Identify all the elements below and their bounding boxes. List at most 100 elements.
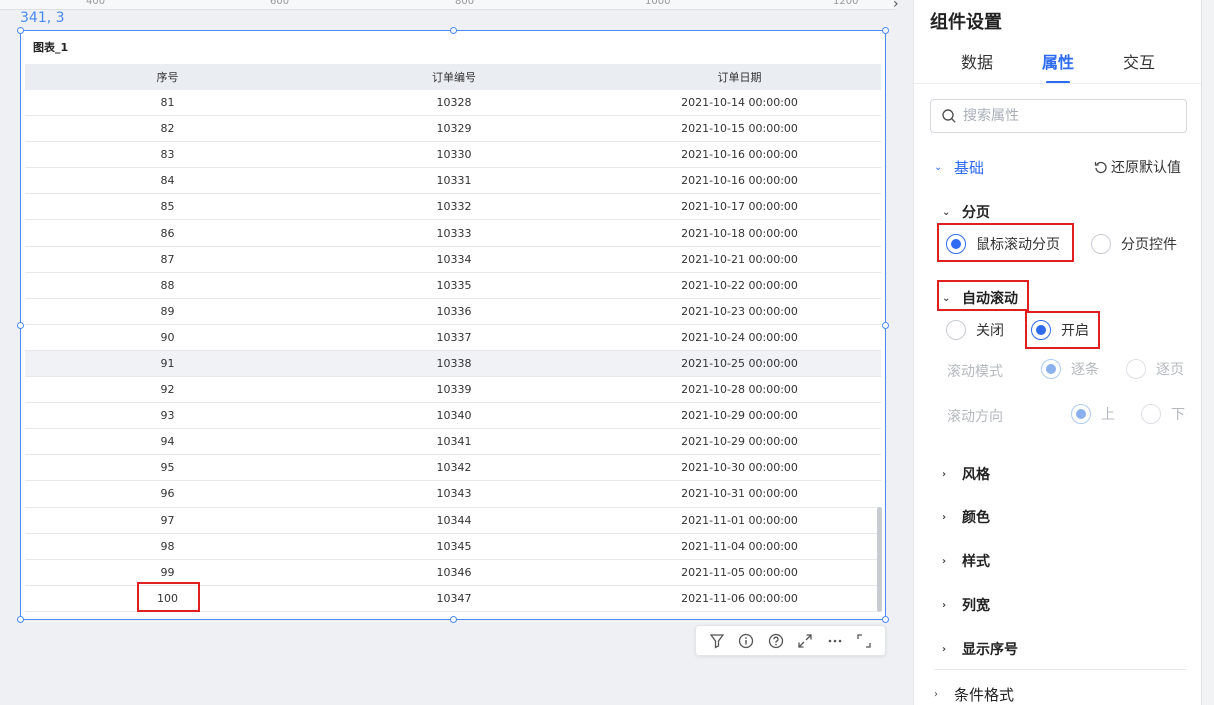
table-cell: 96 — [160, 487, 175, 501]
resize-handle[interactable] — [882, 616, 889, 623]
ruler-arrow-icon[interactable]: › — [893, 0, 899, 12]
column-header[interactable]: 订单编号 — [310, 69, 598, 85]
table-row[interactable]: 89 10336 2021-10-23 00:00:00 — [25, 298, 881, 325]
radio-dot — [946, 234, 966, 254]
table-cell: 2021-10-16 00:00:00 — [681, 174, 798, 188]
help-icon[interactable] — [765, 630, 787, 652]
table-cell: 10335 — [436, 278, 472, 292]
section-style[interactable]: › 风格 — [942, 464, 990, 484]
column-header[interactable]: 序号 — [25, 69, 310, 85]
resize-handle[interactable] — [17, 616, 24, 623]
table-cell: 2021-10-24 00:00:00 — [681, 330, 798, 344]
section-basic-header[interactable]: ⌄ 基础 — [934, 157, 984, 178]
radio-direction-up[interactable]: 上 — [1071, 404, 1115, 424]
table-row[interactable]: 97 10344 2021-11-01 00:00:00 — [25, 507, 881, 534]
table-cell: 10342 — [436, 461, 472, 475]
reset-default-button[interactable]: 还原默认值 — [1094, 157, 1181, 177]
radio-label: 关闭 — [976, 323, 1004, 339]
resize-handle[interactable] — [450, 27, 457, 34]
filter-icon[interactable] — [706, 630, 728, 652]
reset-label: 还原默认值 — [1111, 160, 1181, 176]
table-widget[interactable]: 图表_1 序号 订单编号 订单日期 81 10328 2021-10-14 00:0… — [17, 27, 889, 623]
section-label: 列宽 — [962, 598, 990, 614]
table-cell: 10331 — [436, 174, 472, 188]
section-appearance[interactable]: › 样式 — [942, 551, 990, 571]
expand-icon[interactable] — [794, 630, 816, 652]
section-conditional-format[interactable]: › 条件格式 — [934, 684, 1014, 705]
table-cell: 83 — [160, 148, 175, 162]
resize-handle[interactable] — [17, 322, 24, 329]
info-icon[interactable] — [735, 630, 757, 652]
table-row[interactable]: 85 10332 2021-10-17 00:00:00 — [25, 194, 881, 221]
section-show-index[interactable]: › 显示序号 — [942, 639, 1018, 659]
chevron-right-icon: › — [942, 555, 947, 567]
radio-scroll-paging[interactable]: 鼠标滚动分页 — [946, 234, 1060, 254]
resize-handle[interactable] — [450, 616, 457, 623]
table-row[interactable]: 83 10330 2021-10-16 00:00:00 — [25, 142, 881, 169]
design-canvas[interactable]: 400 600 800 1000 1200 › 341, 3 图表_1 序号 订… — [0, 0, 913, 705]
table-cell: 2021-10-25 00:00:00 — [681, 356, 798, 370]
table-cell: 2021-10-18 00:00:00 — [681, 226, 798, 240]
table-cell: 93 — [160, 409, 175, 423]
scrollbar-thumb[interactable] — [877, 507, 882, 612]
resize-handle[interactable] — [882, 322, 889, 329]
chevron-right-icon: › — [934, 689, 938, 700]
resize-handle[interactable] — [882, 27, 889, 34]
table-cell: 89 — [160, 304, 175, 318]
table-row[interactable]: 88 10335 2021-10-22 00:00:00 — [25, 272, 881, 299]
radio-mode-item[interactable]: 逐条 — [1041, 359, 1099, 379]
table-row[interactable]: 90 10337 2021-10-24 00:00:00 — [25, 324, 881, 351]
divider — [914, 83, 1202, 84]
fullscreen-icon[interactable] — [853, 630, 875, 652]
table-cell: 90 — [160, 330, 175, 344]
table-cell: 2021-11-05 00:00:00 — [681, 565, 798, 579]
resize-handle[interactable] — [17, 27, 24, 34]
section-color[interactable]: › 颜色 — [942, 507, 990, 527]
table-row[interactable]: 91 10338 2021-10-25 00:00:00 — [25, 350, 881, 378]
auto-scroll-label: 自动滚动 — [962, 291, 1018, 307]
table-row[interactable]: 96 10343 2021-10-31 00:00:00 — [25, 481, 881, 508]
table-row[interactable]: 98 10345 2021-11-04 00:00:00 — [25, 533, 881, 560]
table-row[interactable]: 81 10328 2021-10-14 00:00:00 — [25, 90, 881, 117]
column-header[interactable]: 订单日期 — [598, 69, 881, 85]
table-cell: 2021-10-16 00:00:00 — [681, 148, 798, 162]
table-cell: 10332 — [436, 200, 472, 214]
radio-mode-page[interactable]: 逐页 — [1126, 359, 1184, 379]
table-cell: 91 — [160, 356, 175, 370]
table-row[interactable]: 84 10331 2021-10-16 00:00:00 — [25, 168, 881, 195]
chevron-right-icon: › — [942, 468, 947, 480]
widget-toolbar — [695, 625, 886, 656]
radio-auto-scroll-off[interactable]: 关闭 — [946, 320, 1004, 340]
table-row[interactable]: 87 10334 2021-10-21 00:00:00 — [25, 246, 881, 273]
tab-interaction[interactable]: 交互 — [1123, 49, 1155, 73]
paging-header[interactable]: ⌄ 分页 — [942, 202, 990, 222]
more-icon[interactable] — [824, 630, 846, 652]
tab-data[interactable]: 数据 — [961, 49, 993, 73]
search-input[interactable] — [963, 108, 1163, 124]
ruler-label: 1200 — [833, 0, 859, 7]
radio-paging-control[interactable]: 分页控件 — [1091, 234, 1177, 254]
tab-properties[interactable]: 属性 — [1042, 49, 1074, 73]
panel-scrollbar-track[interactable] — [1201, 0, 1214, 705]
auto-scroll-header[interactable]: ⌄ 自动滚动 — [942, 288, 1018, 308]
table-row[interactable]: 95 10342 2021-10-30 00:00:00 — [25, 455, 881, 482]
settings-panel: 组件设置 数据 属性 交互 ⌄ 基础 还原默认值 ⌄ 分页 鼠标滚动分页 分页控… — [913, 0, 1202, 705]
section-label: 显示序号 — [962, 642, 1018, 658]
radio-direction-down[interactable]: 下 — [1141, 404, 1185, 424]
section-label: 基础 — [954, 159, 985, 177]
table-row[interactable]: 92 10339 2021-10-28 00:00:00 — [25, 377, 881, 404]
table-row[interactable]: 94 10341 2021-10-29 00:00:00 — [25, 429, 881, 456]
table-row[interactable]: 86 10333 2021-10-18 00:00:00 — [25, 220, 881, 247]
radio-auto-scroll-on[interactable]: 开启 — [1031, 320, 1089, 340]
paging-label: 分页 — [962, 205, 990, 221]
table-row[interactable]: 93 10340 2021-10-29 00:00:00 — [25, 403, 881, 430]
table-cell: 92 — [160, 383, 175, 397]
chevron-down-icon: ⌄ — [934, 162, 943, 173]
reset-icon — [1094, 161, 1107, 174]
section-column-width[interactable]: › 列宽 — [942, 595, 990, 615]
radio-dot — [1091, 234, 1111, 254]
table-cell: 10344 — [436, 513, 472, 527]
panel-title: 组件设置 — [930, 12, 1002, 33]
table-cell: 10339 — [436, 383, 472, 397]
table-row[interactable]: 82 10329 2021-10-15 00:00:00 — [25, 116, 881, 143]
